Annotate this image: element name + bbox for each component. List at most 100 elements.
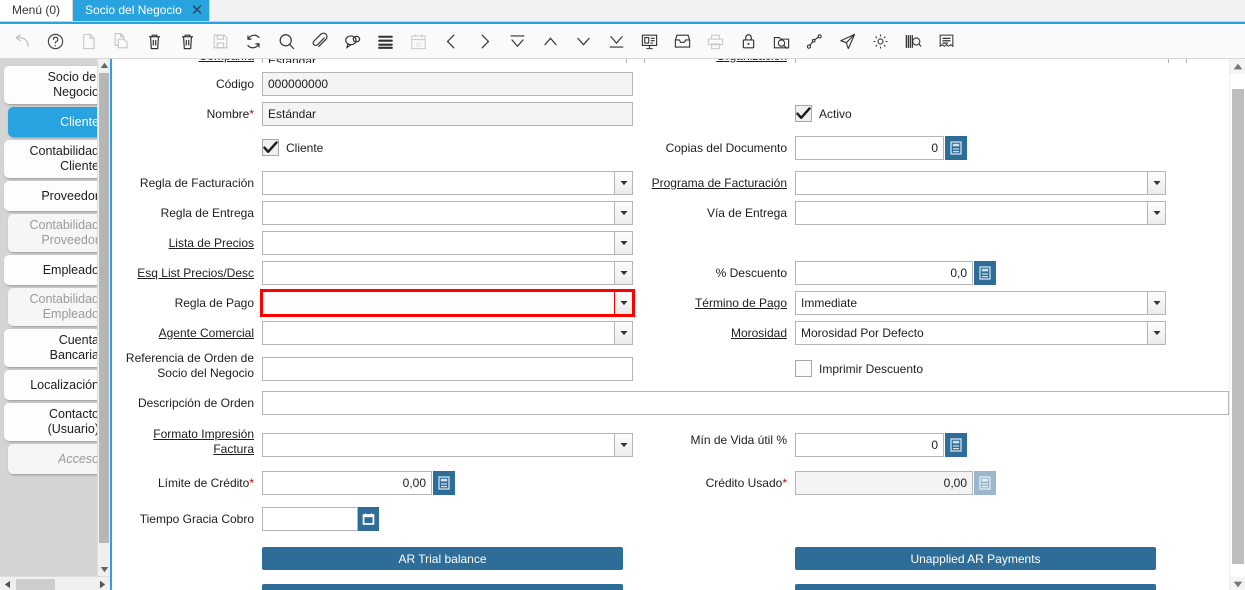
print-icon[interactable]: [699, 26, 731, 56]
compania-input[interactable]: [262, 59, 626, 63]
close-icon[interactable]: ✕: [191, 3, 204, 18]
calendar-picker-icon[interactable]: [358, 507, 379, 531]
chevron-down-icon[interactable]: [1147, 291, 1166, 315]
scroll-down-icon[interactable]: [98, 563, 110, 576]
activo-checkbox-row[interactable]: Activo: [795, 105, 852, 122]
sidebar-item-cliente[interactable]: Cliente: [8, 107, 105, 137]
field-label-termino-pago[interactable]: Término de Pago: [645, 290, 795, 311]
form-scroll-thumb[interactable]: [1232, 89, 1244, 564]
field-label-esq-list-precios[interactable]: Esq List Precios/Desc: [112, 260, 262, 281]
organizacion-input[interactable]: [795, 59, 1168, 63]
refresh-icon[interactable]: [237, 26, 269, 56]
copy-record-icon[interactable]: [105, 26, 137, 56]
gear-icon[interactable]: [864, 26, 896, 56]
open-invoices-button[interactable]: Open Invoices: [262, 584, 623, 590]
field-label-lista-precios[interactable]: Lista de Precios: [112, 230, 262, 251]
parent-record-icon[interactable]: [534, 26, 566, 56]
chat-icon[interactable]: [336, 26, 368, 56]
credito-usado-input[interactable]: [795, 471, 973, 495]
unapplied-ar-payments-button[interactable]: Unapplied AR Payments: [795, 547, 1156, 570]
termino-pago-combo[interactable]: [795, 291, 1166, 315]
new-record-icon[interactable]: [72, 26, 104, 56]
calculator-icon[interactable]: [433, 471, 455, 495]
chevron-down-icon[interactable]: [614, 261, 633, 285]
delete-selection-icon[interactable]: [171, 26, 203, 56]
lista-precios-input[interactable]: [262, 231, 614, 255]
archive-icon[interactable]: [666, 26, 698, 56]
via-entrega-combo[interactable]: [795, 201, 1166, 225]
field-label-agente-comercial[interactable]: Agente Comercial: [112, 320, 262, 341]
child-record-icon[interactable]: [567, 26, 599, 56]
regla-pago-combo[interactable]: [262, 291, 633, 315]
ar-trial-balance-button[interactable]: AR Trial balance: [262, 547, 623, 570]
compania-picker-button[interactable]: [626, 59, 645, 63]
morosidad-combo[interactable]: [795, 321, 1166, 345]
referencia-orden-input[interactable]: [262, 357, 633, 381]
field-label-programa-facturacion[interactable]: Programa de Facturación: [645, 170, 795, 191]
descripcion-orden-input[interactable]: [262, 391, 1229, 415]
sidebar-item-contacto-usuario[interactable]: Contacto (Usuario): [4, 403, 105, 441]
undo-icon[interactable]: [6, 26, 38, 56]
chevron-down-icon[interactable]: [614, 433, 633, 457]
lista-precios-combo[interactable]: [262, 231, 633, 255]
activo-checkbox[interactable]: [795, 105, 812, 122]
via-entrega-input[interactable]: [795, 201, 1147, 225]
tiempo-gracia-input[interactable]: [262, 507, 358, 531]
form-vertical-scrollbar[interactable]: [1229, 59, 1245, 590]
calendar-icon[interactable]: 31: [402, 26, 434, 56]
sidebar-item-acceso[interactable]: Acceso: [8, 444, 105, 474]
formato-impresion-input[interactable]: [262, 433, 614, 457]
termino-pago-input[interactable]: [795, 291, 1147, 315]
cliente-checkbox-row[interactable]: Cliente: [262, 139, 323, 156]
formato-impresion-combo[interactable]: [262, 433, 633, 457]
sidebar-item-localizacion[interactable]: Localización: [4, 370, 105, 400]
regla-facturacion-combo[interactable]: [262, 171, 633, 195]
search-icon[interactable]: [270, 26, 302, 56]
chevron-down-icon[interactable]: [1147, 321, 1166, 345]
programa-facturacion-combo[interactable]: [795, 171, 1166, 195]
sidebar-item-proveedor[interactable]: Proveedor: [4, 181, 105, 211]
codigo-input[interactable]: [262, 72, 633, 96]
regla-entrega-combo[interactable]: [262, 201, 633, 225]
sidebar-hscroll-thumb[interactable]: [16, 579, 55, 590]
scroll-left-icon[interactable]: [0, 577, 15, 590]
sidebar-scroll-thumb[interactable]: [99, 73, 109, 543]
organizacion-combo[interactable]: [795, 59, 1187, 63]
organizacion-picker-button[interactable]: [1168, 59, 1187, 63]
compania-combo[interactable]: [262, 59, 645, 63]
min-vida-util-input[interactable]: [795, 433, 944, 457]
help-icon[interactable]: [39, 26, 71, 56]
calculator-icon[interactable]: [945, 433, 967, 457]
save-icon[interactable]: [204, 26, 236, 56]
copias-documento-input[interactable]: [795, 136, 944, 160]
scroll-up-icon[interactable]: [1230, 59, 1245, 74]
sidebar-item-contabilidad-empleado[interactable]: Contabilidad Empleado: [8, 288, 105, 326]
send-icon[interactable]: [831, 26, 863, 56]
delete-icon[interactable]: [138, 26, 170, 56]
scroll-right-icon[interactable]: [95, 577, 110, 590]
sidebar-item-socio-del-negocio[interactable]: Socio del Negocio: [4, 66, 105, 104]
next-record-icon[interactable]: [468, 26, 500, 56]
imprimir-descuento-checkbox[interactable]: [795, 360, 812, 377]
invoice-icon[interactable]: [930, 26, 962, 56]
first-record-icon[interactable]: [501, 26, 533, 56]
sidebar-item-contabilidad-cliente[interactable]: Contabilidad Cliente: [4, 140, 105, 178]
regla-pago-input[interactable]: [262, 291, 614, 315]
attachment-icon[interactable]: [303, 26, 335, 56]
chevron-down-icon[interactable]: [1147, 171, 1166, 195]
scroll-down-icon[interactable]: [1230, 577, 1245, 590]
regla-entrega-input[interactable]: [262, 201, 614, 225]
calculator-icon[interactable]: [945, 136, 967, 160]
field-label-morosidad[interactable]: Morosidad: [645, 320, 795, 341]
previous-record-icon[interactable]: [435, 26, 467, 56]
sidebar-vertical-scrollbar[interactable]: [97, 59, 110, 576]
zoom-across-icon[interactable]: [765, 26, 797, 56]
last-record-icon[interactable]: [600, 26, 632, 56]
not-posted-invoice-button[interactable]: Not Posted Invoice: [795, 584, 1156, 590]
chevron-down-icon[interactable]: [614, 171, 633, 195]
sidebar-horizontal-scrollbar[interactable]: [0, 576, 110, 590]
esq-list-precios-combo[interactable]: [262, 261, 633, 285]
workflow-icon[interactable]: [798, 26, 830, 56]
scroll-up-icon[interactable]: [98, 59, 110, 72]
chevron-down-icon[interactable]: [614, 231, 633, 255]
